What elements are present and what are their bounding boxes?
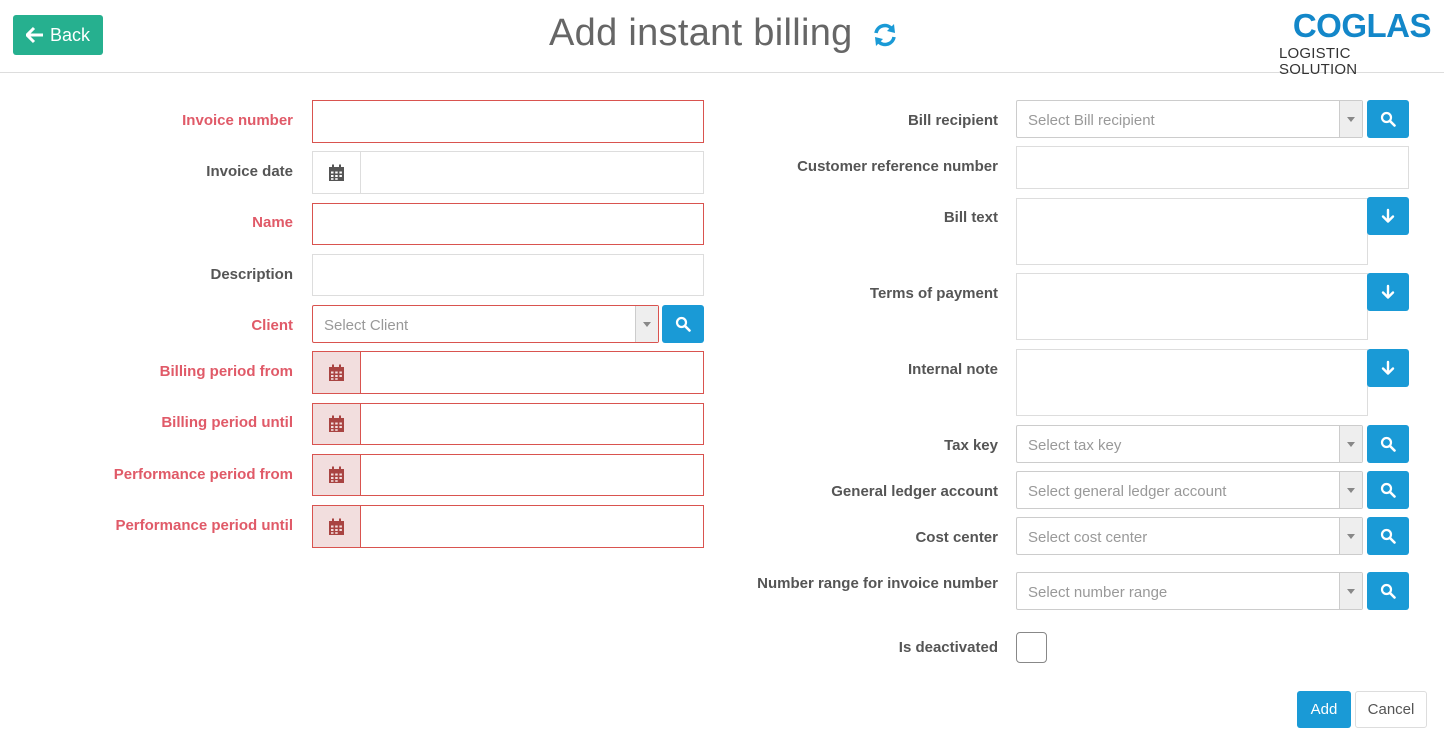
number-range-label: Number range for invoice number (757, 575, 998, 592)
tax-key-label: Tax key (944, 437, 998, 454)
calendar-button[interactable] (313, 455, 361, 495)
chevron-down-icon (1347, 588, 1355, 594)
customer-reference-label: Customer reference number (797, 158, 998, 175)
refresh-icon[interactable] (871, 21, 899, 49)
billing-period-until-input[interactable] (312, 403, 704, 445)
bill-text-label: Bill text (943, 209, 998, 226)
gl-account-placeholder: Select general ledger account (1028, 483, 1227, 500)
gl-account-toggle[interactable] (1339, 472, 1362, 508)
bill-recipient-search-button[interactable] (1367, 100, 1409, 138)
invoice-date-input[interactable] (312, 151, 704, 194)
back-button-label: Back (49, 24, 91, 45)
terms-of-payment-insert-button[interactable] (1367, 273, 1409, 311)
client-select[interactable]: Select Client (312, 305, 659, 343)
page-header: Back Add instant billing COGLAS LOGISTIC… (0, 0, 1444, 78)
client-select-toggle[interactable] (635, 306, 658, 342)
logo-main-text: COGLAS (1292, 7, 1432, 44)
calendar-button[interactable] (313, 404, 361, 444)
logo-sub-text: LOGISTIC SOLUTION (1279, 45, 1358, 78)
calendar-button[interactable] (313, 352, 361, 393)
performance-period-until-label: Performance period until (115, 517, 293, 534)
invoice-date-label: Invoice date (206, 163, 293, 180)
calendar-icon (329, 415, 344, 432)
number-range-placeholder: Select number range (1028, 584, 1168, 601)
bill-recipient-select[interactable]: Select Bill recipient (1016, 100, 1363, 138)
invoice-number-label: Invoice number (182, 112, 293, 129)
cost-center-select[interactable]: Select cost center (1016, 517, 1363, 555)
add-button[interactable]: Add (1297, 691, 1351, 728)
description-label: Description (210, 266, 293, 283)
customer-reference-input[interactable] (1016, 146, 1409, 189)
invoice-number-input[interactable] (312, 100, 704, 143)
tax-key-select[interactable]: Select tax key (1016, 425, 1363, 463)
client-label: Client (251, 317, 293, 334)
description-input[interactable] (312, 254, 704, 296)
name-label: Name (252, 214, 293, 231)
performance-period-from-input[interactable] (312, 454, 704, 496)
page-title: Add instant billing (549, 12, 853, 54)
cost-center-search-button[interactable] (1367, 517, 1409, 555)
chevron-down-icon (1347, 441, 1355, 447)
internal-note-insert-button[interactable] (1367, 349, 1409, 387)
arrow-down-icon (1381, 360, 1395, 375)
search-icon (1380, 583, 1396, 599)
bill-text-textarea[interactable] (1016, 198, 1368, 265)
search-icon (1380, 111, 1396, 127)
calendar-icon (329, 164, 344, 181)
cancel-button[interactable]: Cancel (1355, 691, 1427, 728)
search-icon (1380, 528, 1396, 544)
chevron-down-icon (1347, 533, 1355, 539)
performance-period-until-input[interactable] (312, 505, 704, 548)
name-input[interactable] (312, 203, 704, 245)
tax-key-search-button[interactable] (1367, 425, 1409, 463)
cost-center-label: Cost center (915, 529, 998, 546)
search-icon (675, 316, 691, 332)
chevron-down-icon (1347, 487, 1355, 493)
arrow-down-icon (1381, 284, 1395, 299)
internal-note-textarea[interactable] (1016, 349, 1368, 416)
calendar-icon (329, 466, 344, 483)
billing-period-until-label: Billing period until (161, 414, 293, 431)
billing-period-from-input[interactable] (312, 351, 704, 394)
back-button[interactable]: Back (13, 15, 103, 55)
arrow-left-icon (25, 26, 43, 44)
bill-recipient-placeholder: Select Bill recipient (1028, 112, 1155, 129)
is-deactivated-label: Is deactivated (898, 639, 998, 656)
calendar-icon (329, 364, 344, 381)
number-range-search-button[interactable] (1367, 572, 1409, 610)
tax-key-placeholder: Select tax key (1028, 437, 1122, 454)
internal-note-label: Internal note (907, 361, 998, 378)
company-logo: COGLAS LOGISTIC SOLUTION (1279, 7, 1432, 78)
arrow-down-icon (1381, 208, 1395, 223)
chevron-down-icon (643, 321, 651, 327)
number-range-toggle[interactable] (1339, 573, 1362, 609)
gl-account-search-button[interactable] (1367, 471, 1409, 509)
calendar-button[interactable] (313, 506, 361, 547)
bill-text-insert-button[interactable] (1367, 197, 1409, 235)
gl-account-label: General ledger account (831, 483, 998, 500)
gl-account-select[interactable]: Select general ledger account (1016, 471, 1363, 509)
tax-key-toggle[interactable] (1339, 426, 1362, 462)
bill-recipient-label: Bill recipient (907, 112, 998, 129)
search-icon (1380, 482, 1396, 498)
terms-of-payment-textarea[interactable] (1016, 273, 1368, 340)
calendar-button[interactable] (313, 152, 361, 193)
search-icon (1380, 436, 1396, 452)
cost-center-toggle[interactable] (1339, 518, 1362, 554)
client-select-placeholder: Select Client (324, 317, 409, 334)
chevron-down-icon (1347, 116, 1355, 122)
terms-of-payment-label: Terms of payment (869, 285, 998, 302)
bill-recipient-toggle[interactable] (1339, 101, 1362, 137)
client-search-button[interactable] (662, 305, 704, 343)
is-deactivated-checkbox[interactable] (1016, 632, 1047, 663)
calendar-icon (329, 518, 344, 535)
performance-period-from-label: Performance period from (113, 466, 293, 483)
billing-period-from-label: Billing period from (159, 363, 293, 380)
cost-center-placeholder: Select cost center (1028, 529, 1148, 546)
number-range-select[interactable]: Select number range (1016, 572, 1363, 610)
